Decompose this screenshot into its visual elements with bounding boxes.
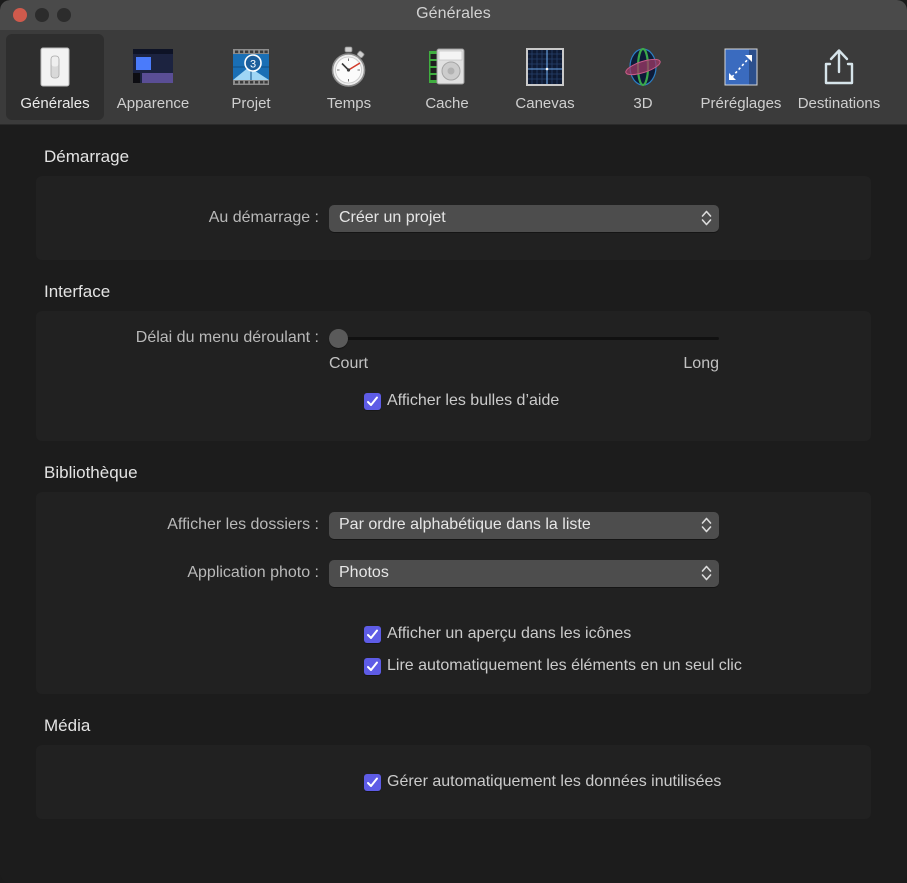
section-title-interface: Interface [44,282,871,302]
toolbar-item-prereglages[interactable]: Préréglages [692,34,790,120]
show-folders-label: Afficher les dossiers : [36,516,329,534]
show-folders-value: Par ordre alphabétique dans la liste [339,516,591,534]
photo-app-select[interactable]: Photos [329,560,719,587]
hard-drive-icon [422,42,472,92]
ui-panels-icon [128,42,178,92]
toolbar-item-label: Canevas [515,95,574,112]
manage-unused-data-checkbox[interactable] [364,774,381,791]
toolbar-item-label: Temps [327,95,371,112]
slider-end-labels: Court Long [329,353,719,373]
stopwatch-icon [324,42,374,92]
row-show-preview[interactable]: Afficher un aperçu dans les icônes [364,618,871,650]
toolbar-item-cache[interactable]: Cache [398,34,496,120]
show-tooltips-checkbox[interactable] [364,393,381,410]
menu-delay-label: Délai du menu déroulant : [36,329,329,347]
toolbar-item-label: Apparence [117,95,190,112]
panel-media: Gérer automatiquement les données inutil… [36,745,871,819]
toolbar-item-3d[interactable]: 3D [594,34,692,120]
toolbar-item-label: Destinations [798,95,881,112]
preferences-toolbar: Générales Apparence [0,30,907,125]
startup-action-select[interactable]: Créer un projet [329,205,719,232]
row-show-folders: Afficher les dossiers : Par ordre alphab… [36,502,871,548]
toolbar-item-canevas[interactable]: Canevas [496,34,594,120]
startup-action-label: Au démarrage : [36,209,329,227]
toolbar-item-label: Projet [231,95,270,112]
panel-library: Afficher les dossiers : Par ordre alphab… [36,492,871,694]
film-strip-icon: 3 [226,42,276,92]
section-title-library: Bibliothèque [44,463,871,483]
chevron-updown-icon [701,565,712,582]
section-title-media: Média [44,716,871,736]
toolbar-item-label: Générales [20,95,89,112]
resize-arrows-icon [716,42,766,92]
panel-interface: Délai du menu déroulant : Court Long Aff… [36,311,871,441]
share-export-icon [814,42,864,92]
panel-startup: Au démarrage : Créer un projet [36,176,871,260]
menu-delay-slider[interactable] [329,327,719,349]
photo-app-label: Application photo : [36,564,329,582]
sphere-orbit-icon [618,42,668,92]
slider-knob[interactable] [329,329,348,348]
photo-app-value: Photos [339,564,389,582]
preferences-content: Démarrage Au démarrage : Créer un projet… [0,147,907,819]
preferences-window: Générales Générales [0,0,907,883]
toggle-switch-icon [30,42,80,92]
slider-min-label: Court [329,355,368,373]
row-photo-app: Application photo : Photos [36,548,871,598]
chevron-updown-icon [701,210,712,227]
toolbar-item-temps[interactable]: Temps [300,34,398,120]
toolbar-item-label: 3D [633,95,652,112]
autoplay-single-click-label: Lire automatiquement les éléments en un … [387,657,742,675]
row-manage-unused-data[interactable]: Gérer automatiquement les données inutil… [364,766,721,798]
row-show-tooltips[interactable]: Afficher les bulles d’aide [364,385,871,417]
toolbar-item-label: Cache [425,95,468,112]
show-folders-select[interactable]: Par ordre alphabétique dans la liste [329,512,719,539]
row-menu-delay: Délai du menu déroulant : [36,323,871,353]
grid-canvas-icon [520,42,570,92]
show-preview-checkbox[interactable] [364,626,381,643]
toolbar-item-generales[interactable]: Générales [6,34,104,120]
window-title: Générales [0,5,907,23]
slider-max-label: Long [683,355,719,373]
row-startup-action: Au démarrage : Créer un projet [36,176,871,260]
show-tooltips-label: Afficher les bulles d’aide [387,392,559,410]
chevron-updown-icon [701,517,712,534]
title-bar: Générales [0,0,907,30]
autoplay-single-click-checkbox[interactable] [364,658,381,675]
toolbar-item-label: Préréglages [701,95,782,112]
toolbar-item-destinations[interactable]: Destinations [790,34,888,120]
section-title-startup: Démarrage [44,147,871,167]
row-autoplay-single-click[interactable]: Lire automatiquement les éléments en un … [364,650,871,682]
toolbar-item-apparence[interactable]: Apparence [104,34,202,120]
svg-text:3: 3 [250,59,256,71]
manage-unused-data-label: Gérer automatiquement les données inutil… [387,773,721,791]
slider-track [337,337,719,340]
show-preview-label: Afficher un aperçu dans les icônes [387,625,631,643]
toolbar-item-projet[interactable]: 3 Projet [202,34,300,120]
startup-action-value: Créer un projet [339,209,446,227]
